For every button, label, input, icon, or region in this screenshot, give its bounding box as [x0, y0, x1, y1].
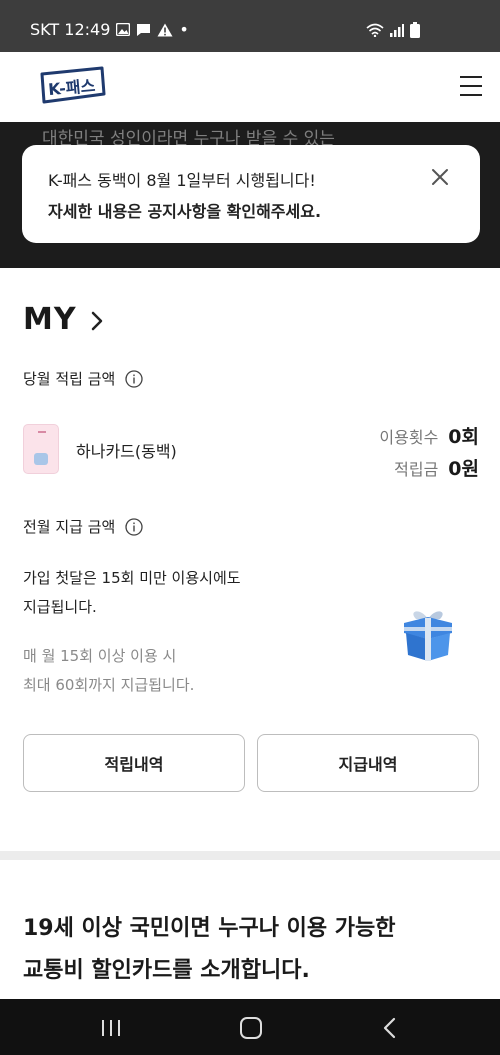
usage-value: 0회: [448, 426, 479, 448]
payout-desc-line1: 가입 첫달은 15회 미만 이용시에도: [23, 569, 241, 587]
signal-icon: [390, 24, 404, 37]
payout-sub-line1: 매 월 15회 이상 이용 시: [23, 647, 177, 665]
warning-icon: [157, 23, 173, 36]
notice-line1: K-패스 동백이 8월 1일부터 시행됩니다!: [48, 171, 316, 190]
payout-description: 가입 첫달은 15회 미만 이용시에도 지급됩니다.: [23, 564, 241, 622]
status-left: SKT 12:49 •: [30, 20, 189, 39]
home-icon[interactable]: [240, 1017, 262, 1039]
prev-month-label-row: 전월 지급 금액: [23, 516, 143, 537]
points-value: 0원: [448, 458, 479, 480]
notice-line2: 자세한 내용은 공지사항을 확인해주세요.: [48, 202, 322, 221]
close-icon[interactable]: [430, 167, 450, 187]
k-pass-logo[interactable]: K-패스: [40, 64, 106, 110]
battery-icon: [410, 22, 420, 38]
message-icon: [137, 23, 151, 36]
card-name: 하나카드(동백): [76, 442, 177, 461]
payout-sub-line2: 최대 60회까지 지급됩니다.: [23, 676, 195, 694]
promo-line2: 교통비 할인카드를 소개합니다.: [23, 958, 310, 983]
hamburger-menu-icon[interactable]: [460, 76, 482, 98]
gift-box-icon: [404, 611, 452, 661]
prev-month-label: 전월 지급 금액: [23, 518, 116, 536]
app-header: K-패스: [0, 52, 500, 122]
chevron-right-icon[interactable]: [90, 311, 104, 331]
payout-desc-line2: 지급됩니다.: [23, 598, 97, 616]
payout-history-button[interactable]: 지급내역: [257, 734, 479, 792]
recent-apps-icon[interactable]: [100, 1019, 122, 1037]
usage-label: 이용횟수: [379, 428, 439, 447]
back-icon[interactable]: [382, 1017, 398, 1039]
wifi-icon: [366, 23, 384, 37]
image-icon: [116, 23, 131, 36]
card-image: [23, 424, 59, 474]
card-row: 하나카드(동백) 이용횟수 0회 적립금 0원: [23, 422, 483, 480]
promo-heading: 19세 이상 국민이면 누구나 이용 가능한 교통비 할인카드를 소개합니다.: [23, 908, 396, 992]
payout-subtext: 매 월 15회 이상 이용 시 최대 60회까지 지급됩니다.: [23, 642, 194, 700]
usage-count: 이용횟수 0회: [379, 422, 479, 449]
system-nav-bar: [0, 999, 500, 1055]
accumulation-history-button[interactable]: 적립내역: [23, 734, 245, 792]
status-right: [366, 22, 420, 38]
my-title[interactable]: MY: [23, 302, 77, 337]
points-label: 적립금: [394, 460, 439, 479]
status-bar: SKT 12:49 •: [0, 0, 500, 52]
info-icon[interactable]: [125, 369, 143, 388]
current-month-label: 당월 적립 금액: [23, 370, 116, 388]
notification-dot: •: [179, 20, 189, 39]
current-month-label-row: 당월 적립 금액: [23, 368, 143, 389]
info-icon[interactable]: [125, 517, 143, 536]
hero-banner: 대한민국 성인이라면 누구나 받을 수 있는 K-패스 동백이 8월 1일부터 …: [0, 122, 500, 268]
promo-line1: 19세 이상 국민이면 누구나 이용 가능한: [23, 916, 396, 941]
carrier-time: SKT 12:49: [30, 20, 111, 39]
points-amount: 적립금 0원: [394, 454, 479, 481]
section-divider: [0, 851, 500, 860]
notice-popup: K-패스 동백이 8월 1일부터 시행됩니다! 자세한 내용은 공지사항을 확인…: [22, 145, 480, 243]
